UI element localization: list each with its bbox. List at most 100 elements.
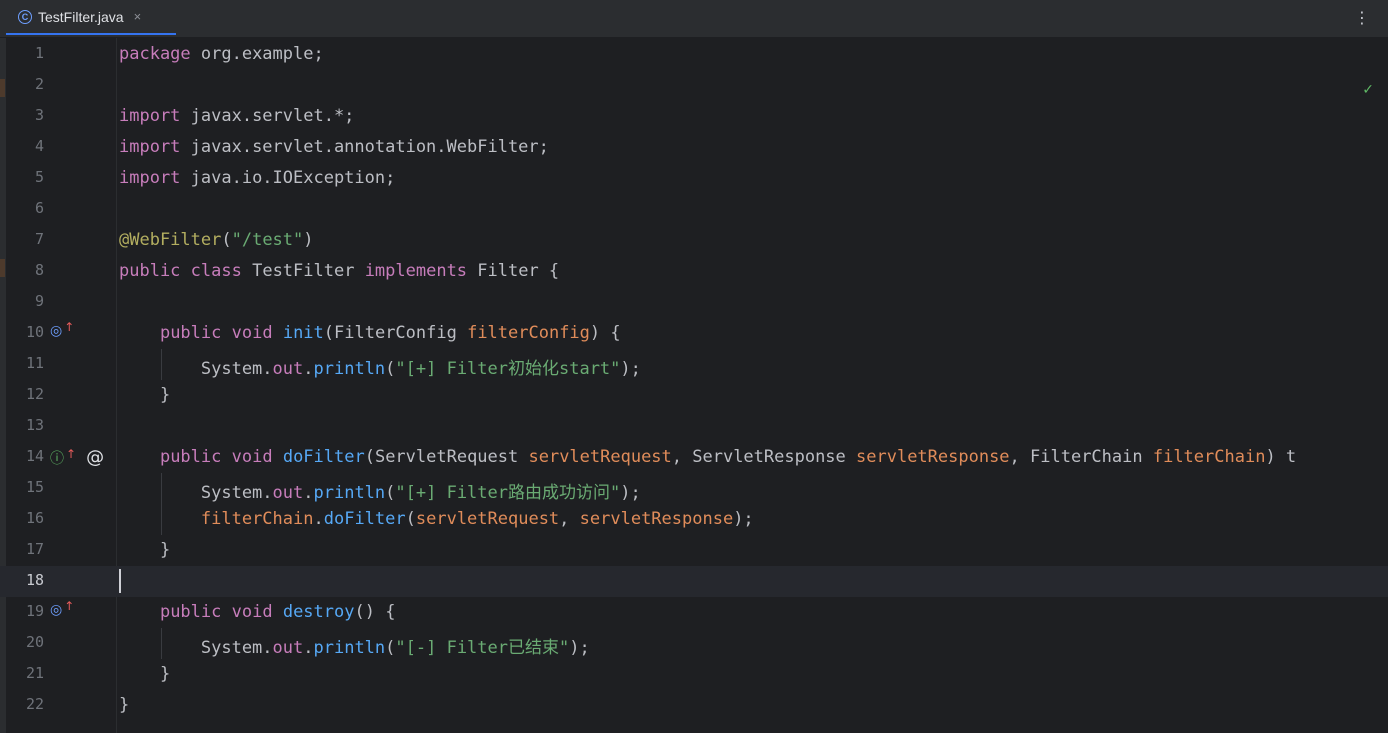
code-token: ) t [1265,447,1297,467]
code-token: filterChain [1152,447,1266,467]
code-text[interactable]: @WebFilter("/test") [119,230,314,250]
code-token: } [119,664,171,684]
tab-testfilter-java[interactable]: C TestFilter.java × [6,0,176,35]
code-text[interactable]: System.out.println("[+] Filter路由成功访问"); [119,478,641,503]
code-line[interactable]: 17 } [0,535,1388,566]
line-number[interactable]: 14 [14,447,44,465]
line-number[interactable]: 8 [14,261,44,279]
overrides-method-icon[interactable]: ◎ [50,323,62,339]
line-number[interactable]: 13 [14,416,44,434]
code-line[interactable]: 18 [0,566,1388,597]
code-text[interactable]: import javax.servlet.annotation.WebFilte… [119,137,549,157]
go-to-super-icon[interactable]: ↑ [64,320,74,334]
code-editor[interactable]: ✓ 1 package org.example; 2 3 import javax.se… [0,38,1388,733]
go-to-super-icon[interactable]: ↑ [64,599,74,613]
line-number[interactable]: 3 [14,106,44,124]
line-number[interactable]: 17 [14,540,44,558]
line-number[interactable]: 15 [14,478,44,496]
code-line[interactable]: 12 } [0,380,1388,411]
code-line[interactable]: 21 } [0,659,1388,690]
line-number[interactable]: 21 [14,664,44,682]
code-token: javax.servlet.annotation.WebFilter; [180,137,549,157]
code-text[interactable]: } [119,540,170,560]
code-line[interactable]: 11 System.out.println("[+] Filter初始化star… [0,349,1388,380]
code-text[interactable]: import javax.servlet.*; [119,106,354,126]
line-number[interactable]: 12 [14,385,44,403]
code-token: . [303,638,314,658]
code-text[interactable]: System.out.println("[+] Filter初始化start")… [119,354,641,379]
code-line[interactable]: 14 ⓘ ↑ @ public void doFilter(ServletReques… [0,442,1388,473]
overrides-method-icon[interactable]: ◎ [50,602,62,618]
code-token: TestFilter [241,261,365,281]
code-token: javax.servlet.*; [180,106,355,126]
code-token: void [231,602,273,622]
code-token: filterChain [200,509,314,529]
code-text[interactable]: } [119,695,129,715]
code-text[interactable]: public void init(FilterConfig filterConf… [119,323,621,343]
code-line[interactable]: 9 [0,287,1388,318]
code-token: (FilterConfig [323,323,468,343]
code-token: init [282,323,324,343]
code-line[interactable]: 10 ◎ ↑ public void init(FilterConfig filte… [0,318,1388,349]
code-text[interactable]: public void doFilter(ServletRequest serv… [119,447,1296,467]
line-number[interactable]: 19 [14,602,44,620]
indent-guide [161,628,162,659]
line-number[interactable]: 1 [14,44,44,62]
line-number[interactable]: 2 [14,75,44,93]
code-line[interactable]: 4 import javax.servlet.annotation.WebFilt… [0,132,1388,163]
code-line[interactable]: 13 [0,411,1388,442]
class-icon: C [18,9,32,24]
line-number[interactable]: 5 [14,168,44,186]
implements-method-icon[interactable]: ⓘ [50,448,64,468]
line-number[interactable]: 7 [14,230,44,248]
annotation-icon[interactable]: @ [86,447,104,468]
code-line[interactable]: 16 filterChain.doFilter(servletRequest, … [0,504,1388,535]
code-token: org.example; [190,44,324,64]
close-icon[interactable]: × [134,9,142,24]
line-number[interactable]: 18 [14,571,44,589]
code-text[interactable]: public class TestFilter implements Filte… [119,261,559,281]
code-line[interactable]: 1 package org.example; [0,39,1388,70]
code-line[interactable]: 20 System.out.println("[-] Filter已结束"); [0,628,1388,659]
code-token: Filter { [467,261,560,281]
code-text[interactable]: } [119,385,170,405]
code-text[interactable]: filterChain.doFilter(servletRequest, ser… [119,509,754,529]
code-token: servletResponse [579,509,734,529]
code-token: println [313,638,386,658]
code-token: servletRequest [415,509,560,529]
code-text[interactable]: } [119,664,170,684]
code-line[interactable]: 7 @WebFilter("/test") [0,225,1388,256]
line-number[interactable]: 10 [14,323,44,341]
code-token: ( [405,509,416,529]
code-line[interactable]: 8 public class TestFilter implements Filt… [0,256,1388,287]
line-number[interactable]: 11 [14,354,44,372]
line-number[interactable]: 20 [14,633,44,651]
code-text[interactable]: public void destroy() { [119,602,395,622]
code-text[interactable]: package org.example; [119,44,324,64]
code-token: ); [733,509,754,529]
line-number[interactable]: 22 [14,695,44,713]
more-options-icon[interactable]: ⋮ [1354,8,1370,27]
code-line[interactable]: 2 [0,70,1388,101]
code-line[interactable]: 6 [0,194,1388,225]
line-number[interactable]: 6 [14,199,44,217]
code-token: class [190,261,242,281]
code-text[interactable]: import java.io.IOException; [119,168,395,188]
code-line[interactable]: 22} [0,690,1388,721]
code-line[interactable]: 5 import java.io.IOException; [0,163,1388,194]
code-line[interactable]: 19 ◎ ↑ public void destroy() { [0,597,1388,628]
code-token: servletRequest [528,447,672,467]
code-token: public [119,261,181,281]
line-number[interactable]: 16 [14,509,44,527]
line-number[interactable]: 4 [14,137,44,155]
code-token: filterConfig [467,323,590,343]
code-line[interactable]: 15 System.out.println("[+] Filter路由成功访问"… [0,473,1388,504]
go-to-super-icon[interactable]: ↑ [66,447,76,461]
line-number[interactable]: 9 [14,292,44,310]
code-line[interactable]: 3 import javax.servlet.*; [0,101,1388,132]
code-token: void [231,323,273,343]
code-text[interactable]: System.out.println("[-] Filter已结束"); [119,633,590,658]
